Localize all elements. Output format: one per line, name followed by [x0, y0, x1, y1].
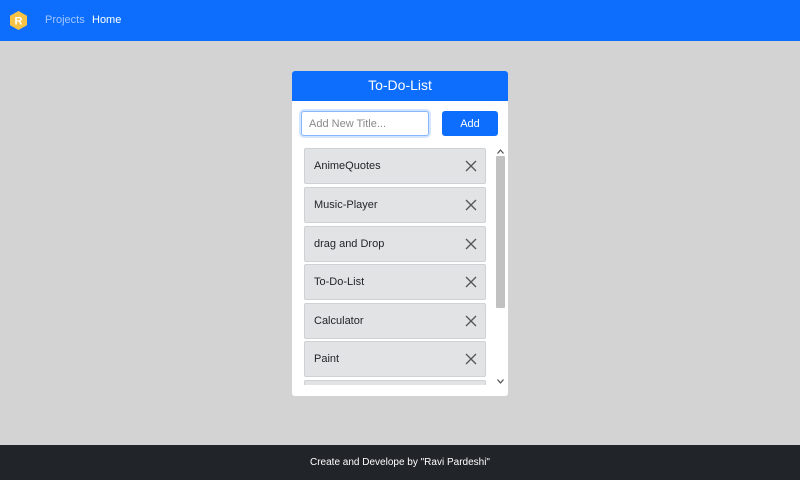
todo-list[interactable]: AnimeQuotes Music-Player drag and Drop T… [304, 147, 487, 385]
list-item-label: Music-Player [314, 199, 378, 211]
list-item-label: Paint [314, 353, 340, 365]
chevron-down-icon [497, 378, 504, 384]
close-icon[interactable] [465, 160, 477, 172]
list-item[interactable]: AnimeQuotes [304, 148, 486, 184]
navbar: R Projects Home [0, 0, 800, 41]
list-item-label: Calculator [314, 315, 364, 327]
add-button[interactable]: Add [442, 111, 498, 136]
scroll-thumb[interactable] [496, 156, 505, 308]
list-item[interactable]: To-Do-List [304, 264, 486, 300]
footer: Create and Develope by "Ravi Pardeshi" [0, 445, 800, 480]
nav-link-projects[interactable]: Projects [45, 14, 85, 27]
new-title-input[interactable] [301, 111, 429, 136]
list-scrollbar[interactable] [495, 146, 506, 386]
scroll-up-button[interactable] [495, 146, 506, 156]
footer-credit: Create and Develope by "Ravi Pardeshi" [310, 457, 490, 468]
card-title: To-Do-List [292, 71, 508, 101]
logo-icon[interactable]: R [10, 11, 27, 30]
logo-letter: R [15, 16, 23, 28]
close-icon[interactable] [465, 276, 477, 288]
list-item[interactable]: drag and Drop [304, 226, 486, 262]
nav-link-home[interactable]: Home [92, 14, 121, 27]
list-item[interactable]: Calculator [304, 303, 486, 339]
close-icon[interactable] [465, 353, 477, 365]
list-item[interactable]: Music-Player [304, 187, 486, 223]
close-icon[interactable] [465, 238, 477, 250]
list-item-label: To-Do-List [314, 276, 365, 288]
list-item[interactable]: Paint [304, 341, 486, 377]
chevron-up-icon [497, 148, 504, 154]
close-icon[interactable] [465, 199, 477, 211]
todo-card: To-Do-List Add AnimeQuotes Music-Player … [292, 71, 508, 396]
list-item[interactable] [304, 380, 486, 385]
scroll-track[interactable] [496, 156, 505, 376]
list-item-label: AnimeQuotes [314, 160, 381, 172]
close-icon[interactable] [465, 315, 477, 327]
list-item-label: drag and Drop [314, 238, 385, 250]
scroll-down-button[interactable] [495, 376, 506, 386]
